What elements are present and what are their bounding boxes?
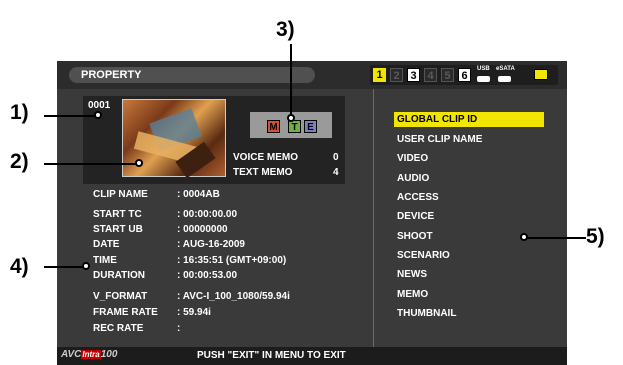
menu-item-video[interactable]: VIDEO [394, 151, 544, 166]
callout-2-leader [44, 163, 137, 165]
callout-2-dot [135, 159, 143, 167]
field-value: : 00000000 [177, 224, 228, 235]
callout-4-dot [82, 262, 90, 270]
callout-5: 5) [586, 225, 605, 248]
slot-4[interactable]: 4 [424, 68, 437, 82]
callout-3-leader [290, 44, 292, 116]
slot-5[interactable]: 5 [441, 68, 454, 82]
menu-item-thumbnail[interactable]: THUMBNAIL [394, 306, 544, 321]
exit-hint: PUSH "EXIT" IN MENU TO EXIT [197, 350, 346, 361]
slot-indicator: 1 2 3 4 5 6 USB eSATA [370, 65, 558, 85]
voice-memo-label: VOICE MEMO [233, 152, 299, 163]
memo-badge-m: M [267, 120, 280, 133]
field-label: DURATION [93, 270, 146, 281]
slot-6[interactable]: 6 [458, 68, 471, 82]
voice-memo-value: 0 [333, 152, 339, 163]
callout-1-leader [44, 115, 96, 117]
callout-2: 2) [10, 150, 29, 173]
field-value: : AUG-16-2009 [177, 239, 245, 250]
memo-badge-e: E [304, 120, 317, 133]
slot-3[interactable]: 3 [407, 68, 420, 82]
field-label: DATE [93, 239, 120, 250]
callout-1-dot [94, 111, 102, 119]
callout-1: 1) [10, 101, 29, 124]
field-label: FRAME RATE [93, 307, 158, 318]
monitor-icon [534, 69, 548, 80]
menu-item-device[interactable]: DEVICE [394, 209, 544, 224]
page-title: PROPERTY [69, 67, 315, 83]
field-value: : 16:35:51 (GMT+09:00) [177, 255, 287, 266]
menu-item-news[interactable]: NEWS [394, 267, 544, 282]
field-label: START TC [93, 209, 142, 220]
field-value: : 00:00:00.00 [177, 209, 238, 220]
usb-label: USB [477, 66, 490, 72]
field-label: CLIP NAME [93, 189, 148, 200]
callout-4: 4) [10, 255, 29, 278]
esata-drive-icon [498, 76, 511, 82]
menu-item-memo[interactable]: MEMO [394, 287, 544, 302]
field-value: : 0004AB [177, 189, 220, 200]
callout-3: 3) [276, 18, 295, 41]
field-value: : 59.94i [177, 307, 211, 318]
clip-number: 0001 [88, 100, 111, 111]
slot-2[interactable]: 2 [390, 68, 403, 82]
clip-panel: 0001 M T E VOICE MEMO 0 TEXT MEMO 4 [83, 96, 345, 184]
field-label: V_FORMAT [93, 291, 148, 302]
text-memo-value: 4 [333, 167, 339, 178]
text-memo-label: TEXT MEMO [233, 167, 293, 178]
callout-5-leader [527, 237, 586, 239]
panel-divider [373, 89, 374, 347]
field-value: : [177, 323, 181, 334]
menu-item-access[interactable]: ACCESS [394, 190, 544, 205]
field-label: TIME [93, 255, 117, 266]
bottom-bar: AVCIntra100 PUSH "EXIT" IN MENU TO EXIT [57, 347, 567, 365]
menu-item-global-clip-id[interactable]: GLOBAL CLIP ID [394, 112, 544, 127]
usb-drive-icon [477, 76, 490, 82]
slot-1[interactable]: 1 [373, 68, 386, 82]
top-bar: PROPERTY 1 2 3 4 5 6 USB eSATA [57, 61, 567, 89]
callout-3-dot [287, 114, 295, 122]
field-label: REC RATE [93, 323, 144, 334]
menu-item-scenario[interactable]: SCENARIO [394, 248, 544, 263]
field-value: : 00:00:53.00 [177, 270, 238, 281]
menu-item-user-clip-name[interactable]: USER CLIP NAME [394, 132, 544, 147]
field-value: : AVC-I_100_1080/59.94i [177, 291, 290, 302]
callout-4-leader [44, 266, 84, 268]
menu-item-audio[interactable]: AUDIO [394, 171, 544, 186]
property-screen: PROPERTY 1 2 3 4 5 6 USB eSATA 0001 M T … [57, 61, 567, 365]
field-label: START UB [93, 224, 143, 235]
avc-intra-logo: AVCIntra100 [61, 349, 118, 360]
esata-label: eSATA [496, 66, 515, 72]
